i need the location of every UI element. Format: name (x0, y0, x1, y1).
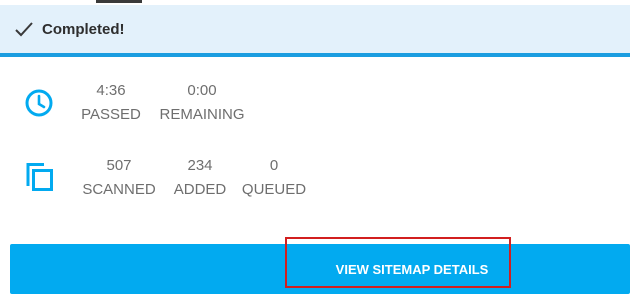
view-sitemap-details-button[interactable]: VIEW SITEMAP DETAILS (10, 244, 630, 294)
clock-icon (25, 89, 53, 117)
remaining-value: 0:00 (187, 82, 217, 99)
checkmark-icon (15, 22, 33, 37)
crawl-status-panel: Completed! 4:36 PASSED 0:00 REMAINING 50… (0, 0, 630, 297)
added-value: 234 (187, 157, 213, 174)
queued-stat: 0 QUEUED (240, 156, 308, 200)
added-stat: 234 ADDED (170, 156, 230, 200)
scanned-value: 507 (106, 157, 132, 174)
scanned-stat: 507 SCANNED (79, 156, 159, 200)
passed-label: PASSED (81, 106, 141, 123)
status-text: Completed! (42, 20, 125, 38)
queued-value: 0 (269, 157, 279, 174)
remaining-label: REMAINING (159, 106, 245, 123)
passed-stat: 4:36 PASSED (80, 81, 142, 125)
time-stats-row: 4:36 PASSED 0:00 REMAINING (0, 78, 630, 128)
queued-label: QUEUED (241, 181, 307, 198)
page-stats-row: 507 SCANNED 234 ADDED 0 QUEUED (0, 153, 630, 203)
previous-section-edge (0, 0, 630, 4)
added-label: ADDED (173, 181, 227, 198)
scanned-label: SCANNED (82, 181, 156, 198)
copy-icon (26, 163, 53, 191)
status-banner: Completed! (0, 5, 630, 57)
remaining-stat: 0:00 REMAINING (155, 81, 249, 125)
passed-value: 4:36 (96, 82, 126, 99)
